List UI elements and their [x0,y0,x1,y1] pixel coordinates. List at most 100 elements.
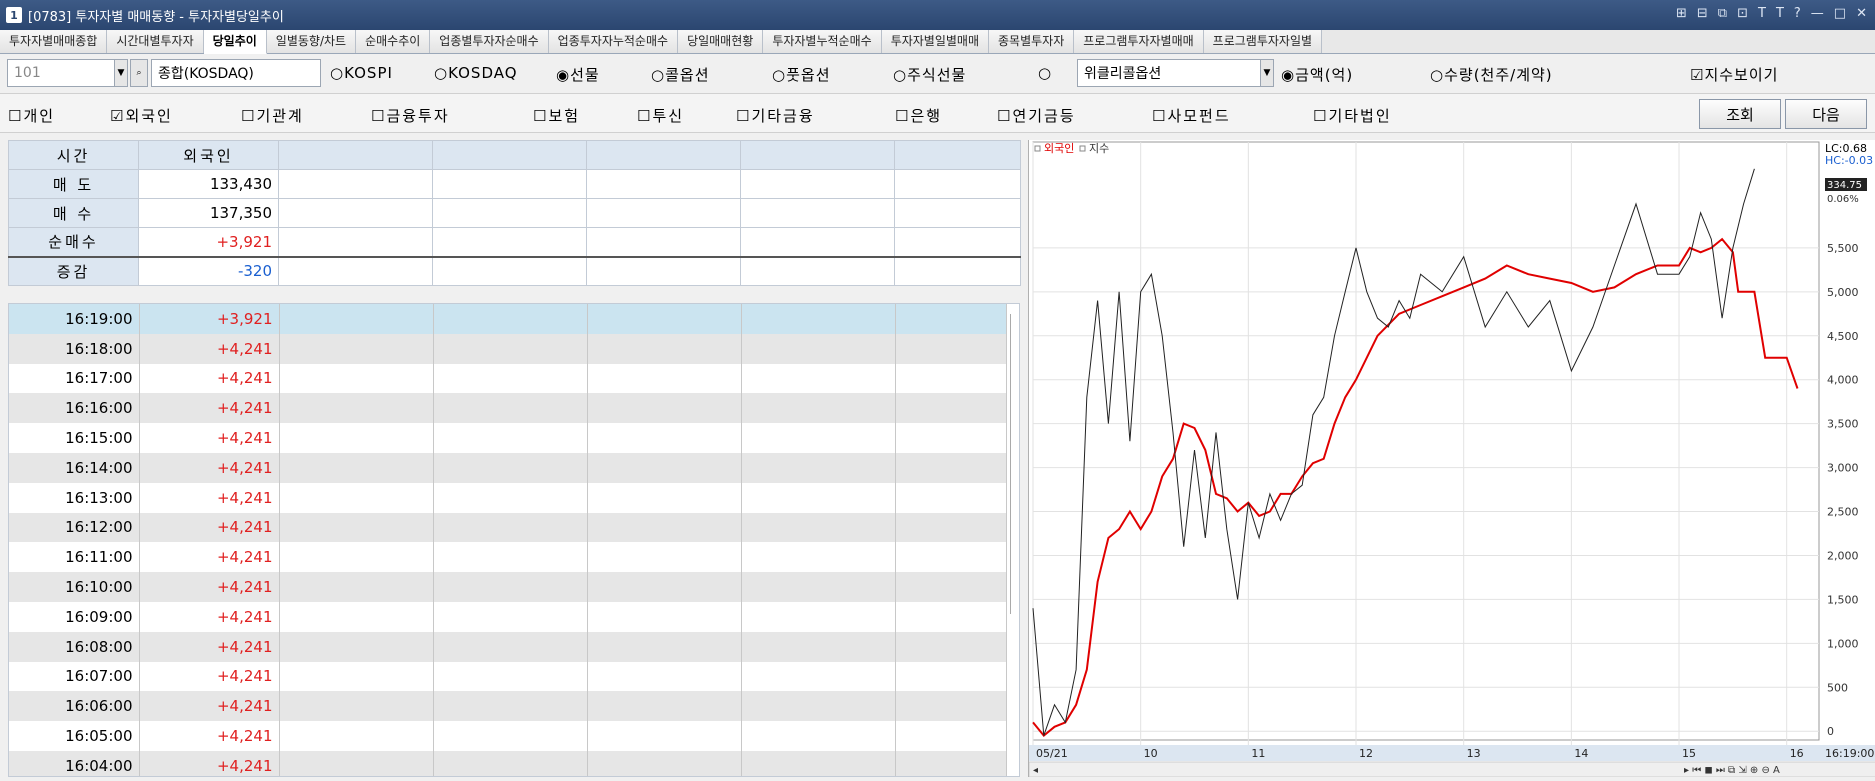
x-tick-label: 13 [1467,747,1481,760]
tab-8[interactable]: 투자자별누적순매수 [763,30,882,53]
table-row[interactable]: 16:14:00 +4,241 [9,452,1007,483]
table-row[interactable]: 16:04:00 +4,241 [9,750,1007,776]
summary-table: 시간 외국인 매 도 133,430 매 수 137,350 순매수 +3,921 증감 -3… [8,140,1021,286]
investor-checkbox-8[interactable]: ☐연기금등 [997,105,1076,126]
investor-checkbox-10[interactable]: ☐기타법인 [1313,105,1392,126]
window-control-icon[interactable]: ⊞ [1676,6,1687,21]
row-time: 16:07:00 [9,661,140,692]
time-list[interactable]: 16:19:00 +3,921 16:18:00 +4,241 16:17:00 +4,2… [8,303,1020,777]
tab-1[interactable]: 시간대별투자자 [107,30,204,53]
table-row[interactable]: 16:17:00 +4,241 [9,363,1007,394]
tab-7[interactable]: 당일매매현황 [678,30,764,53]
investor-checkbox-2[interactable]: ☐기관계 [241,105,304,126]
row-value: +4,241 [139,333,280,364]
weekly-option-select[interactable]: 위클리콜옵션 [1077,59,1262,87]
investor-label: 기타금융 [751,107,815,125]
window-control-icon[interactable]: ⊡ [1737,6,1748,21]
y-tick-label: 500 [1827,681,1848,694]
investor-checkbox-7[interactable]: ☐은행 [895,105,942,126]
tab-9[interactable]: 투자자별일별매매 [881,30,990,53]
table-row[interactable]: 16:05:00 +4,241 [9,721,1007,751]
row-value: +4,241 [139,721,280,751]
tab-10[interactable]: 종목별투자자 [989,30,1075,53]
window-control-icon[interactable]: — [1811,6,1824,21]
y-tick-label: 4,000 [1827,374,1859,387]
code-dropdown-icon[interactable]: ▼ [114,59,128,87]
market-radio-4[interactable]: ○풋옵션 [772,64,831,85]
unit-radio-1[interactable]: ○수량(천주/계약) [1430,64,1553,85]
search-icon[interactable]: ⌕ [130,59,148,87]
legend-label: 지수 [1089,142,1109,155]
table-row[interactable]: 16:12:00 +4,241 [9,512,1007,543]
market-radio-label: 콜옵션 [665,66,710,84]
investor-checkbox-3[interactable]: ☐금융투자 [371,105,450,126]
y-tick-label: 2,500 [1827,506,1859,519]
investor-label: 사모펀드 [1167,107,1231,125]
checkbox-icon: ☐ [895,107,911,125]
table-row[interactable]: 16:13:00 +4,241 [9,482,1007,513]
window-control-icon[interactable]: ⧉ [1718,6,1727,21]
query-button[interactable]: 조회 [1699,99,1781,129]
market-input[interactable]: 종합(KOSDAQ) [151,59,321,87]
market-radio-label: 풋옵션 [786,66,831,84]
investor-checkbox-9[interactable]: ☐사모펀드 [1152,105,1231,126]
window-control-icon[interactable]: ✕ [1856,6,1867,21]
tab-11[interactable]: 프로그램투자자별매매 [1074,30,1204,53]
table-row[interactable]: 16:10:00 +4,241 [9,572,1007,602]
market-radio-label: KOSPI [344,64,393,82]
investor-checkbox-6[interactable]: ☐기타금융 [736,105,815,126]
row-value: +4,241 [139,601,280,632]
y-tick-label: 3,500 [1827,418,1859,431]
table-row[interactable]: 16:16:00 +4,241 [9,393,1007,424]
investor-checkbox-0[interactable]: ☐개인 [8,105,55,126]
summary-row-value: +3,921 [138,227,279,257]
summary-row: 증감 -320 [8,255,1021,286]
y-tick-label: 3,000 [1827,462,1859,475]
scroll-left-icon[interactable]: ◂ [1033,765,1038,776]
table-row[interactable]: 16:18:00 +4,241 [9,333,1007,364]
window-control-icon[interactable]: T [1776,6,1784,21]
row-value: +4,241 [139,482,280,513]
window-control-icon[interactable]: ? [1794,6,1801,21]
tab-2[interactable]: 당일추이 [203,30,267,54]
code-input[interactable]: 101 [7,59,120,87]
tab-0[interactable]: 투자자별매매종합 [0,30,108,53]
market-radio-5[interactable]: ○주식선물 [893,64,966,85]
table-row[interactable]: 16:15:00 +4,241 [9,423,1007,453]
market-radio-6[interactable]: ○ [1038,64,1052,82]
show-index-checkbox[interactable]: ☑지수보이기 [1690,64,1778,85]
market-radio-3[interactable]: ○콜옵션 [651,64,710,85]
row-time: 16:14:00 [9,452,140,483]
table-row[interactable]: 16:19:00 +3,921 [9,304,1007,334]
row-time: 16:11:00 [9,542,140,573]
row-value: +4,241 [139,423,280,453]
tab-12[interactable]: 프로그램투자자일별 [1203,30,1323,53]
investor-checkbox-4[interactable]: ☐보험 [533,105,580,126]
checkbox-checked-icon: ☑ [110,107,126,125]
investor-label: 연기금등 [1012,107,1076,125]
unit-radio-0[interactable]: ◉금액(억) [1281,64,1353,85]
investor-checkbox-1[interactable]: ☑외국인 [110,105,173,126]
market-radio-2[interactable]: ◉선물 [556,64,600,85]
tab-3[interactable]: 일별동향/차트 [266,30,357,53]
playback-controls-icon[interactable]: ▸ ⏮ ◼ ⏭ ⧉ ⇲ ⊕ ⊖ A [1684,765,1780,776]
next-button[interactable]: 다음 [1785,99,1867,129]
table-row[interactable]: 16:06:00 +4,241 [9,691,1007,722]
x-tick-label: 12 [1359,747,1373,760]
window-control-icon[interactable]: □ [1834,6,1846,21]
list-scrollbar[interactable] [1010,314,1017,614]
tab-6[interactable]: 업종투자자누적순매수 [548,30,679,53]
market-radio-1[interactable]: ○KOSDAQ [434,64,518,82]
table-row[interactable]: 16:09:00 +4,241 [9,601,1007,632]
market-radio-0[interactable]: ○KOSPI [330,64,393,82]
window-control-icon[interactable]: ⊟ [1697,6,1708,21]
tab-bar: 투자자별매매종합 시간대별투자자 당일추이 일별동향/차트 순매수추이 업종별투자자순매수… [0,30,1875,54]
tab-4[interactable]: 순매수추이 [356,30,431,53]
table-row[interactable]: 16:07:00 +4,241 [9,661,1007,692]
table-row[interactable]: 16:11:00 +4,241 [9,542,1007,573]
table-row[interactable]: 16:08:00 +4,241 [9,631,1007,662]
investor-checkbox-5[interactable]: ☐투신 [637,105,684,126]
window-control-icon[interactable]: T [1758,6,1766,21]
tab-5[interactable]: 업종별투자자순매수 [430,30,549,53]
weekly-dropdown-icon[interactable]: ▼ [1260,59,1274,87]
